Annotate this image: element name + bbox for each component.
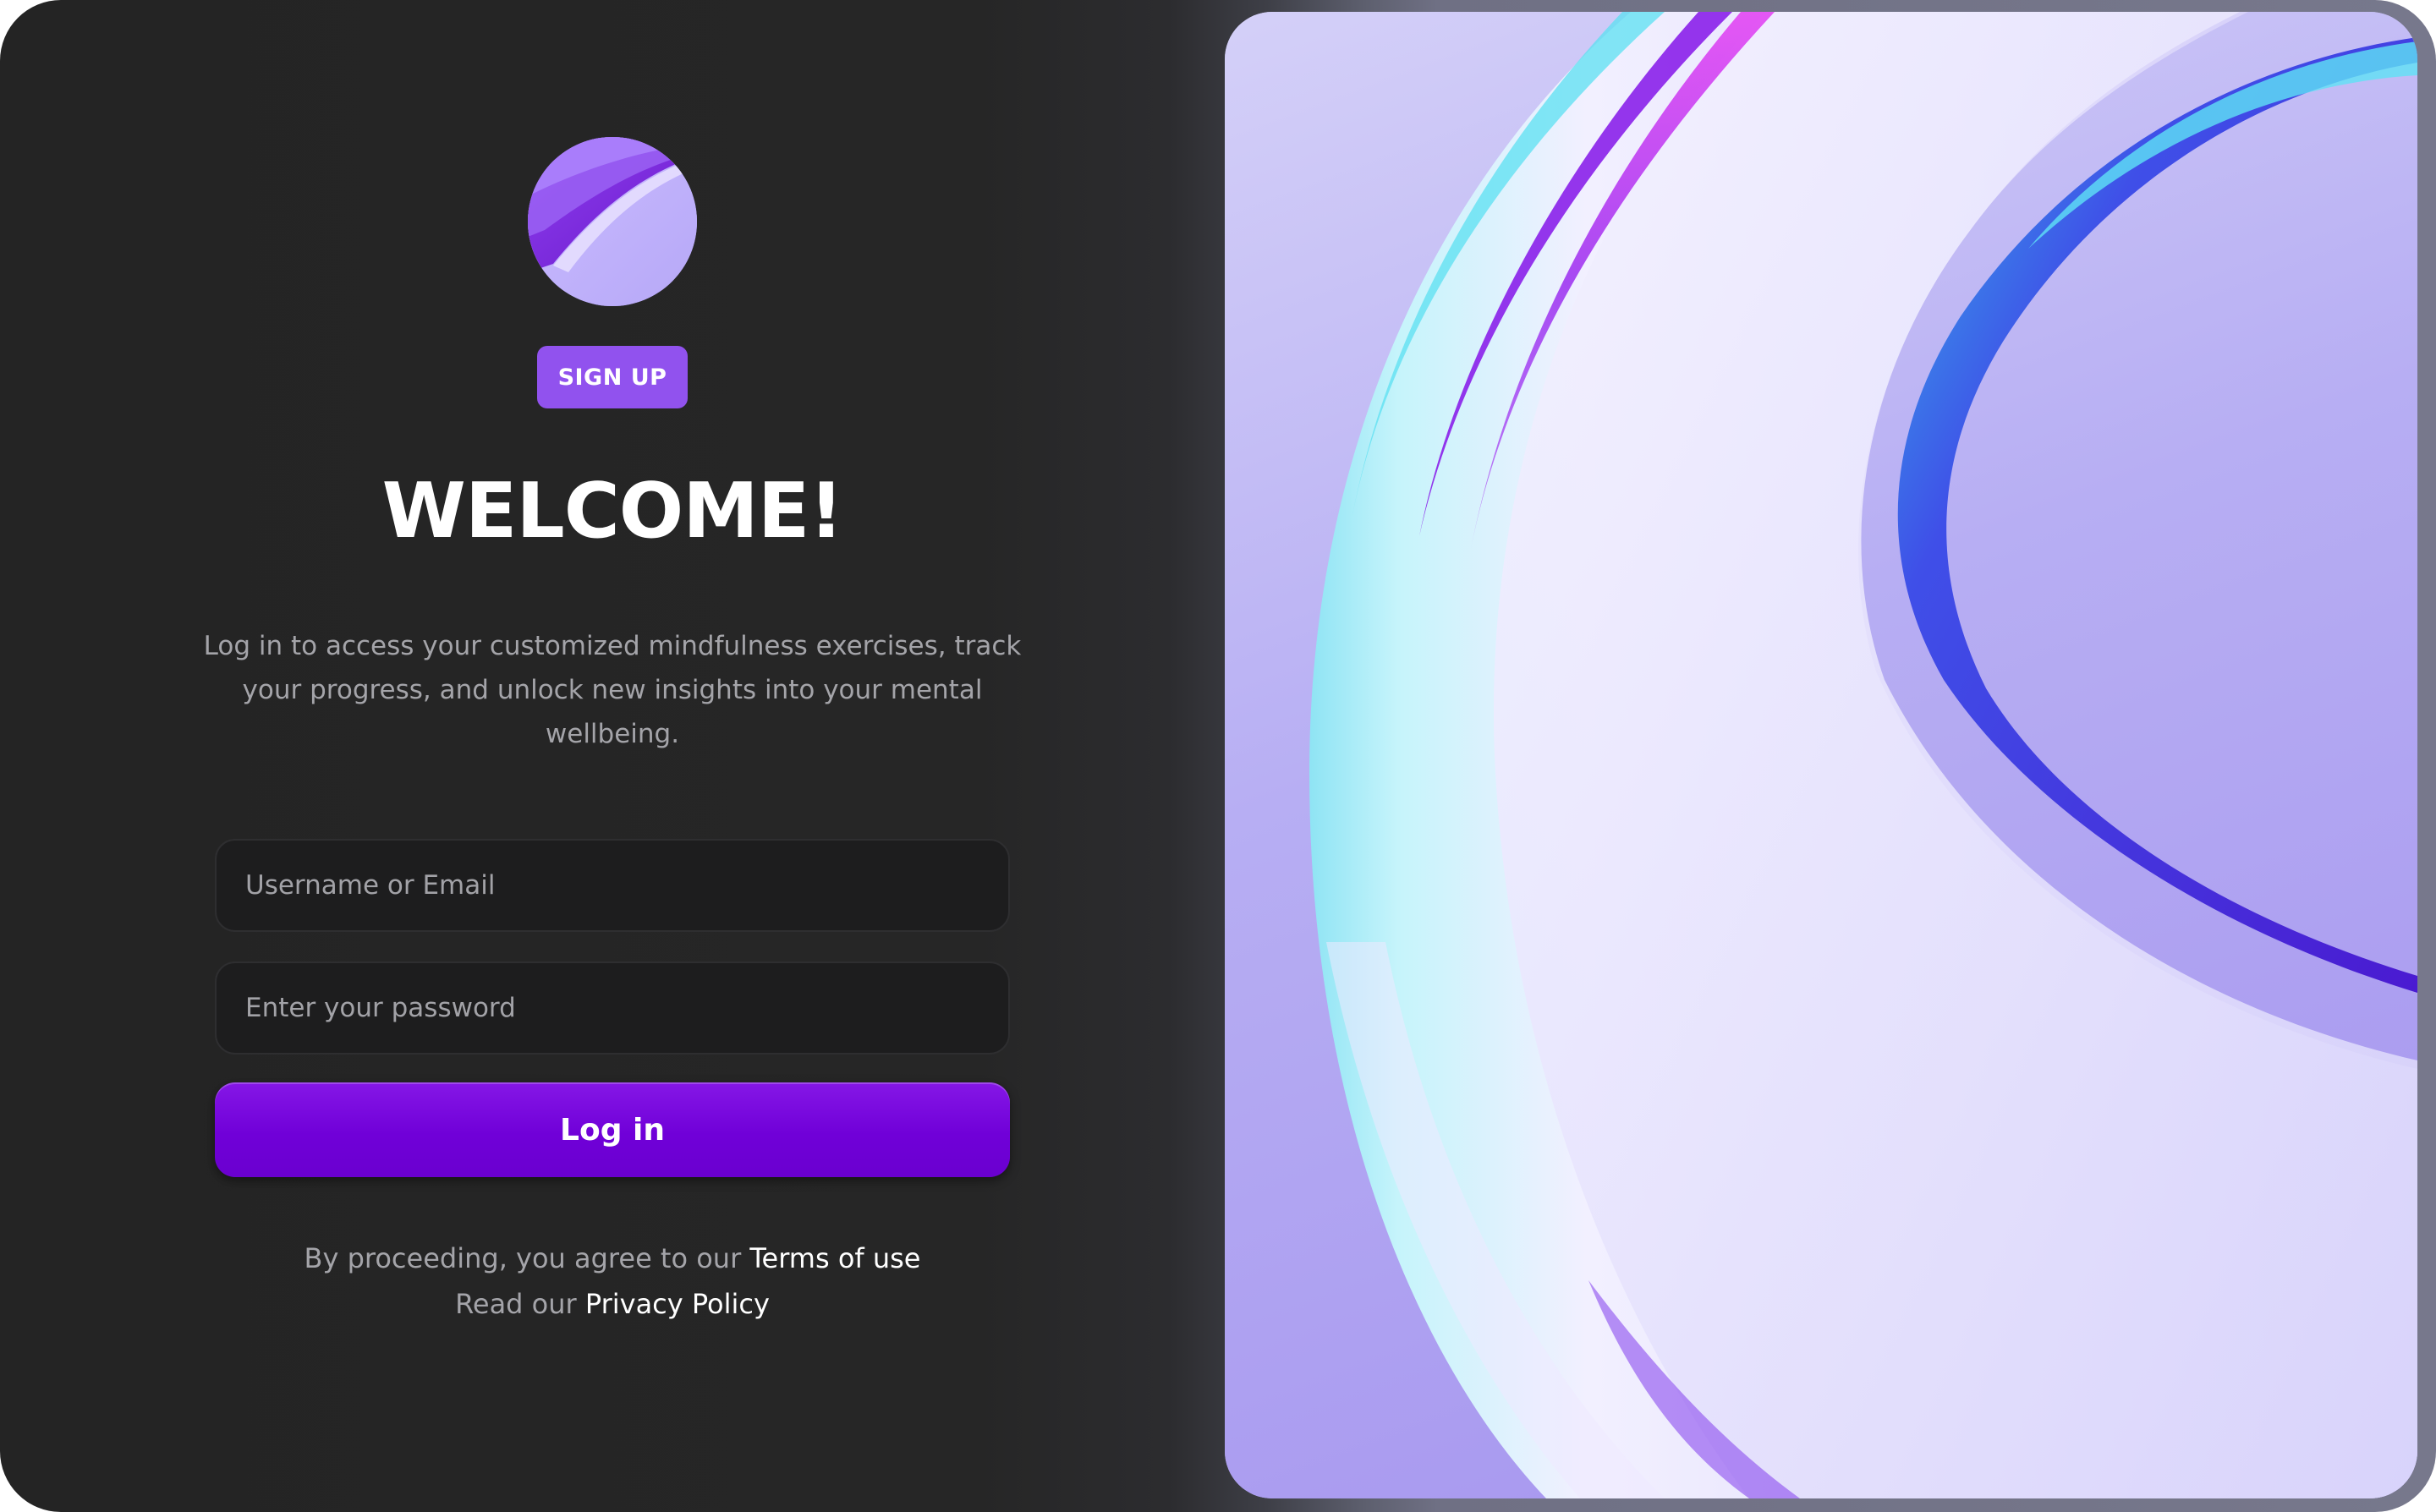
logo-wave-graphic (528, 137, 697, 306)
logo-icon (528, 137, 697, 306)
login-button[interactable]: Log in (215, 1082, 1010, 1177)
login-window: SIGN UP WELCOME! Log in to access your c… (0, 0, 2436, 1512)
terms-prefix: By proceeding, you agree to our (304, 1242, 742, 1274)
hero-image (1225, 12, 2417, 1498)
terms-of-use-link[interactable]: Terms of use (749, 1242, 920, 1274)
username-input[interactable] (215, 839, 1010, 932)
page-title: WELCOME! (381, 467, 844, 556)
terms-notice: By proceeding, you agree to our Terms of… (189, 1237, 1035, 1279)
privacy-policy-link[interactable]: Privacy Policy (585, 1288, 770, 1320)
privacy-prefix: Read our (455, 1288, 577, 1320)
login-panel: SIGN UP WELCOME! Log in to access your c… (0, 0, 1225, 1512)
hero-ribbons-graphic (1225, 12, 2417, 1498)
privacy-notice: Read our Privacy Policy (189, 1283, 1035, 1325)
signup-button[interactable]: SIGN UP (537, 346, 688, 408)
intro-text: Log in to access your customized mindful… (203, 631, 1022, 749)
password-input[interactable] (215, 961, 1010, 1055)
